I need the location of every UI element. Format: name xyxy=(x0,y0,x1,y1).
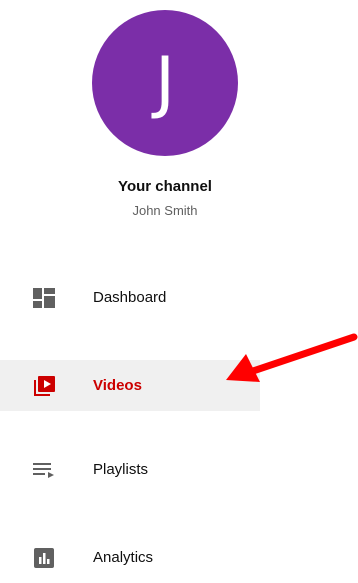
channel-name: John Smith xyxy=(132,203,198,218)
sidebar-item-dashboard[interactable]: Dashboard xyxy=(0,272,260,323)
annotation-arrow-icon xyxy=(226,333,358,382)
sidebar-item-label: Videos xyxy=(93,377,142,394)
video-library-icon xyxy=(32,374,56,398)
sidebar-item-label: Analytics xyxy=(93,549,154,566)
sidebar-item-playlists[interactable]: Playlists xyxy=(0,444,260,495)
analytics-icon xyxy=(32,546,56,570)
channel-avatar[interactable]: J xyxy=(92,10,238,156)
sidebar-item-label: Playlists xyxy=(93,461,149,478)
sidebar-item-label: Dashboard xyxy=(93,289,167,306)
playlist-icon xyxy=(32,458,56,482)
sidebar-item-analytics[interactable]: Analytics xyxy=(0,532,260,583)
avatar-letter: J xyxy=(154,43,176,122)
dashboard-icon xyxy=(32,286,56,310)
channel-title[interactable]: Your channel xyxy=(0,178,330,195)
